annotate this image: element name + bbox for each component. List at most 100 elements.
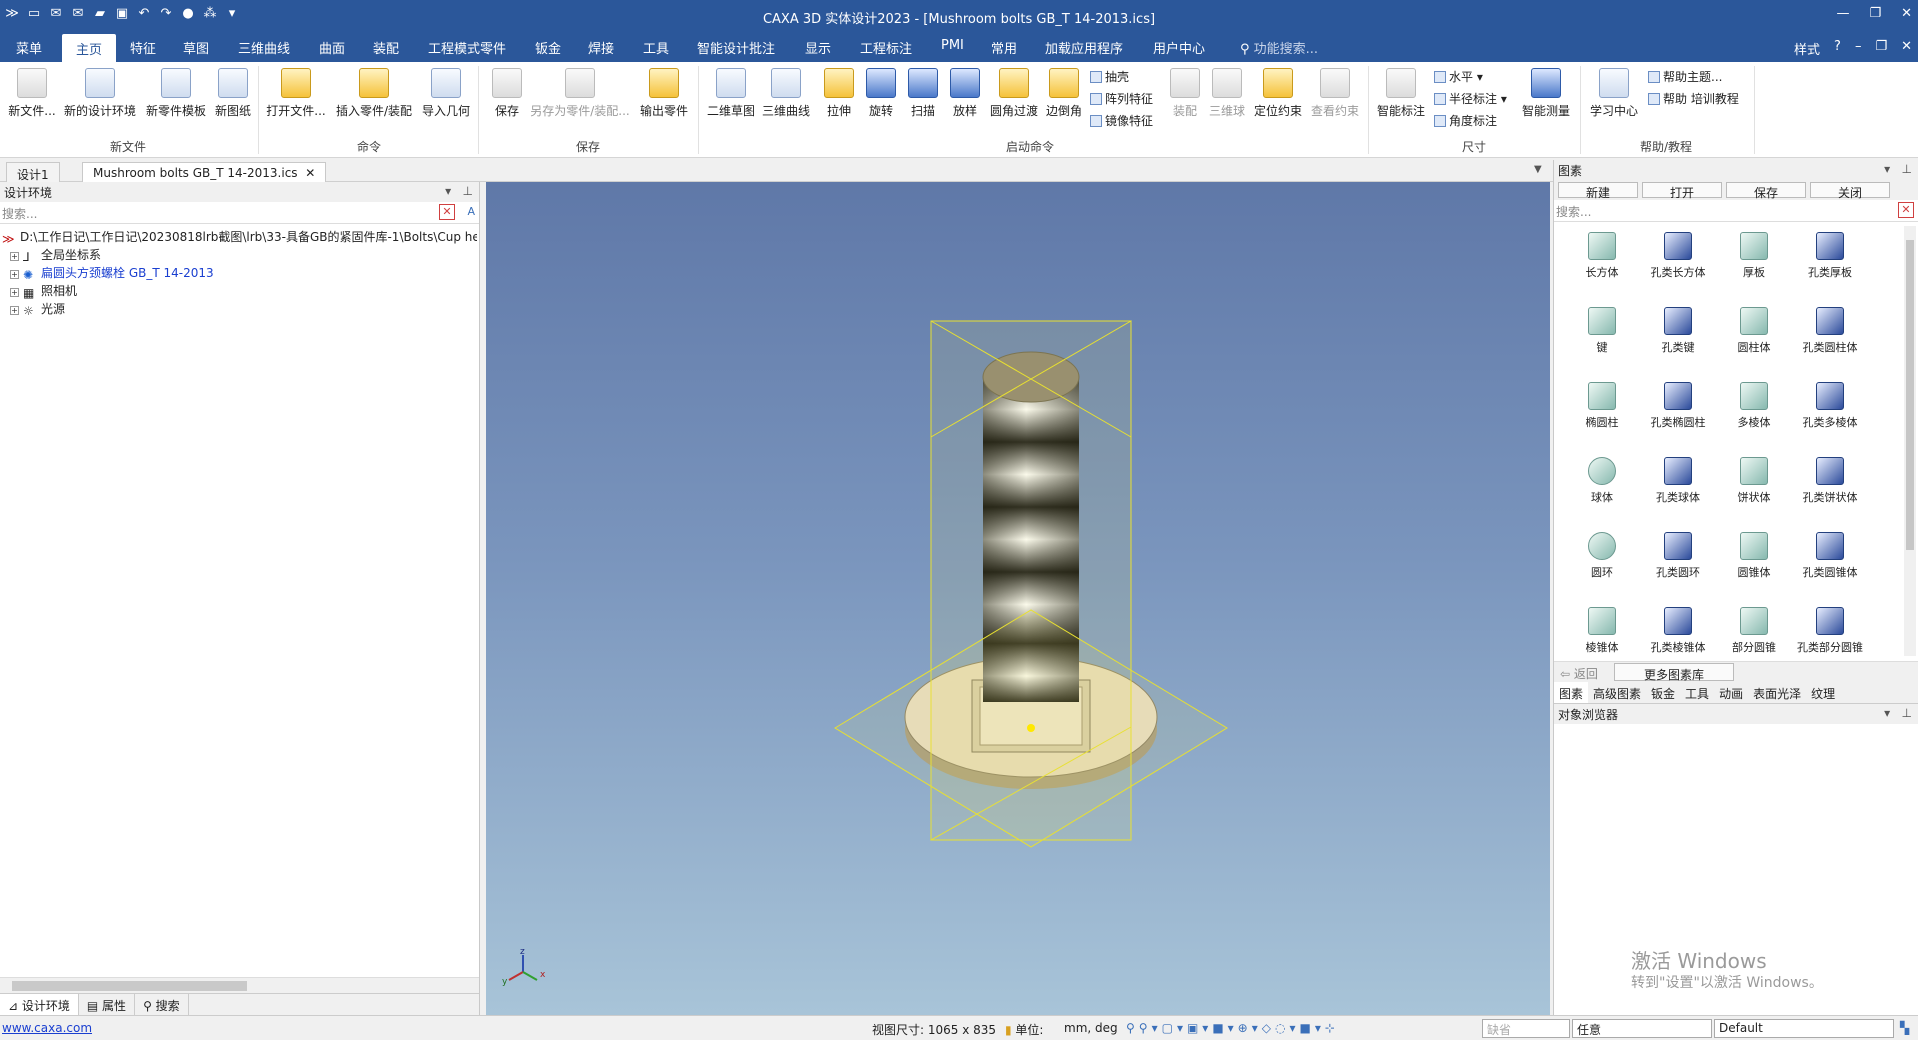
element-item[interactable]: 孔类椭圆柱 — [1640, 382, 1716, 430]
grid-scrollbar[interactable] — [1904, 226, 1916, 656]
sweep-button[interactable]: 扫描 — [908, 68, 938, 119]
panel-pin-icon[interactable]: ▾ ⊥ — [445, 184, 473, 198]
tree-root[interactable]: ≫ D:\工作日记\工作日记\20230818lrb截图\lrb\33-具备GB的… — [2, 228, 477, 246]
tree-item-global-coord[interactable]: + ⅃ 全局坐标系 — [2, 246, 477, 264]
catalog-save-button[interactable]: 保存 — [1726, 182, 1806, 200]
element-item[interactable]: 孔类棱锥体 — [1640, 607, 1716, 655]
doc-tab-design1[interactable]: 设计1 — [6, 162, 60, 182]
view-constraint-button[interactable]: 查看约束 — [1308, 68, 1362, 119]
back-button[interactable]: ⇦ 返回 — [1560, 665, 1598, 682]
ball-3d-button[interactable]: 三维球 — [1206, 68, 1248, 119]
catalog-tab-texture[interactable]: 纹理 — [1806, 682, 1840, 703]
restore-icon[interactable]: ❐ — [1869, 6, 1881, 21]
ribbon-close-icon[interactable]: ✕ — [1901, 39, 1912, 58]
catalog-new-button[interactable]: 新建 — [1558, 182, 1638, 200]
minimize-icon[interactable]: — — [1836, 6, 1849, 21]
new-template-button[interactable]: 新零件模板 — [143, 68, 209, 119]
tree-item-camera[interactable]: + ▦ 照相机 — [2, 282, 477, 300]
revolve-button[interactable]: 旋转 — [866, 68, 896, 119]
tab-design-env[interactable]: ⊿ 设计环境 — [0, 994, 79, 1015]
tab-sketch[interactable]: 草图 — [183, 38, 209, 57]
position-constraint-button[interactable]: 定位约束 — [1252, 68, 1304, 119]
element-item[interactable]: 多棱体 — [1716, 382, 1792, 430]
tab-engineering-dim[interactable]: 工程标注 — [860, 38, 912, 57]
tab-tools[interactable]: 工具 — [643, 38, 669, 57]
element-item[interactable]: 孔类球体 — [1640, 457, 1716, 505]
angle-dim-button[interactable]: 角度标注 — [1434, 112, 1497, 129]
object-browser-pin-icon[interactable]: ▾ ⊥ — [1884, 706, 1912, 720]
smart-dimension-button[interactable]: 智能标注 — [1374, 68, 1428, 119]
tab-home[interactable]: 主页 — [62, 34, 117, 62]
element-item[interactable]: 圆柱体 — [1716, 307, 1792, 355]
right-panel-pin-icon[interactable]: ▾ ⊥ — [1884, 162, 1912, 176]
close-icon[interactable]: ✕ — [1901, 6, 1912, 21]
close-tab-icon[interactable]: ✕ — [305, 166, 315, 180]
learning-center-button[interactable]: 学习中心 — [1588, 68, 1640, 119]
expand-icon[interactable]: + — [10, 270, 19, 279]
tab-display[interactable]: 显示 — [805, 38, 831, 57]
element-item[interactable]: 圆环 — [1564, 532, 1640, 580]
catalog-search-input[interactable]: 搜索... ✕ — [1554, 200, 1918, 222]
smart-measure-button[interactable]: 智能测量 — [1518, 68, 1574, 119]
view-tools-icons[interactable]: ⚲⚲▾▢▾▣▾■▾⊕▾◇◌▾■▾⊹ — [1126, 1021, 1339, 1035]
catalog-tab-elements[interactable]: 图素 — [1554, 682, 1589, 703]
unit-value[interactable]: mm, deg — [1064, 1021, 1118, 1035]
tab-properties[interactable]: ▤ 属性 — [79, 994, 136, 1015]
save-button[interactable]: 保存 — [490, 68, 524, 119]
curve-3d-button[interactable]: 三维曲线 — [760, 68, 812, 119]
tab-list-dropdown-icon[interactable]: ▼ — [1534, 164, 1542, 175]
3d-viewport[interactable]: z x y — [486, 182, 1550, 1015]
more-elements-button[interactable]: 更多图素库 — [1614, 663, 1734, 682]
element-item[interactable]: 孔类键 — [1640, 307, 1716, 355]
tab-addins[interactable]: 加载应用程序 — [1045, 38, 1123, 57]
new-drawing-button[interactable]: 新图纸 — [212, 68, 254, 119]
catalog-tab-tools[interactable]: 工具 — [1680, 682, 1714, 703]
expand-icon[interactable]: + — [10, 252, 19, 261]
style-combo[interactable]: Default — [1714, 1019, 1894, 1038]
element-item[interactable]: 棱锥体 — [1564, 607, 1640, 655]
element-item[interactable]: 孔类多棱体 — [1792, 382, 1868, 430]
doc-tab-mushroom[interactable]: Mushroom bolts GB_T 14-2013.ics ✕ — [82, 162, 327, 182]
catalog-close-button[interactable]: 关闭 — [1810, 182, 1890, 200]
element-item[interactable]: 厚板 — [1716, 232, 1792, 280]
tab-pmi[interactable]: PMI — [941, 38, 964, 53]
pattern-button[interactable]: 阵列特征 — [1090, 90, 1153, 107]
ribbon-restore-icon[interactable]: ❐ — [1875, 39, 1887, 58]
tab-smart-annotation[interactable]: 智能设计批注 — [697, 38, 775, 57]
new-env-button[interactable]: 新的设计环境 — [60, 68, 140, 119]
element-item[interactable]: 椭圆柱 — [1564, 382, 1640, 430]
tab-menu[interactable]: 菜单 — [16, 38, 42, 57]
horizontal-scrollbar[interactable] — [0, 977, 479, 993]
horizontal-dim-button[interactable]: 水平 ▾ — [1434, 68, 1483, 85]
element-item[interactable]: 孔类饼状体 — [1792, 457, 1868, 505]
import-geometry-button[interactable]: 导入几何 — [420, 68, 472, 119]
element-item[interactable]: 饼状体 — [1716, 457, 1792, 505]
default-combo[interactable]: 缺省 — [1482, 1019, 1570, 1038]
catalog-tab-sheet-metal[interactable]: 钣金 — [1646, 682, 1680, 703]
insert-part-button[interactable]: 插入零件/装配 — [331, 68, 417, 119]
help-training-button[interactable]: 帮助 培训教程 — [1648, 90, 1739, 107]
help-icon[interactable]: ? — [1834, 39, 1841, 58]
status-icon[interactable]: ▚ — [1900, 1021, 1909, 1035]
expand-icon[interactable]: + — [10, 288, 19, 297]
tab-weld[interactable]: 焊接 — [588, 38, 614, 57]
assemble-button[interactable]: 装配 — [1168, 68, 1202, 119]
tab-common[interactable]: 常用 — [991, 38, 1017, 57]
clear-catalog-search-icon[interactable]: ✕ — [1898, 202, 1914, 218]
catalog-open-button[interactable]: 打开 — [1642, 182, 1722, 200]
sketch-2d-button[interactable]: 二维草图 — [705, 68, 757, 119]
grid-scrollbar-thumb[interactable] — [1906, 240, 1914, 550]
element-item[interactable]: 圆锥体 — [1716, 532, 1792, 580]
loft-button[interactable]: 放样 — [950, 68, 980, 119]
element-item[interactable]: 孔类部分圆锥 — [1792, 607, 1868, 655]
scrollbar-thumb[interactable] — [12, 981, 247, 991]
catalog-tab-advanced[interactable]: 高级图素 — [1588, 682, 1646, 703]
element-item[interactable]: 球体 — [1564, 457, 1640, 505]
clear-search-icon[interactable]: ✕ — [439, 204, 455, 220]
filter-icon[interactable]: A — [467, 205, 475, 218]
help-topics-button[interactable]: 帮助主题... — [1648, 68, 1722, 85]
tab-surface[interactable]: 曲面 — [319, 38, 345, 57]
tree-item-light[interactable]: + ☼ 光源 — [2, 300, 477, 318]
mirror-button[interactable]: 镜像特征 — [1090, 112, 1153, 129]
chamfer-button[interactable]: 边倒角 — [1044, 68, 1084, 119]
